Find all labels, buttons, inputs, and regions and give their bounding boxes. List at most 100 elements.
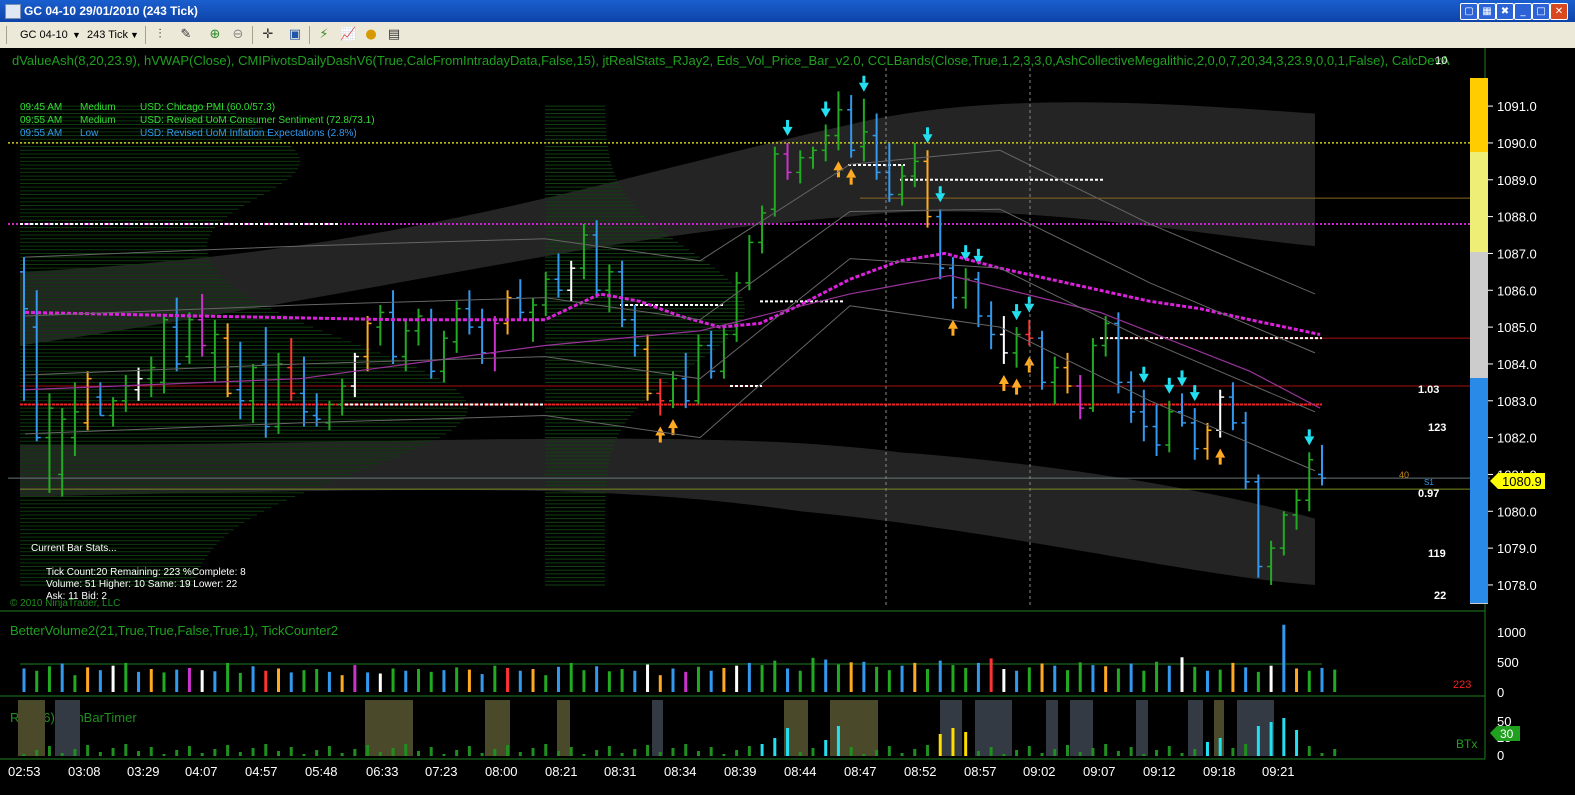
- price-axis-tick: 1085.0: [1497, 320, 1537, 335]
- rpm-axis-tick: 0: [1497, 748, 1504, 763]
- rpm-zone: [1136, 700, 1148, 756]
- last-price-marker: 1080.9: [1490, 473, 1545, 489]
- price-axis-tick: 1078.0: [1497, 578, 1537, 593]
- price-axis-tick: 1084.0: [1497, 357, 1537, 372]
- news-time: 09:45 AM: [20, 102, 62, 113]
- rpm-zone: [1070, 700, 1093, 756]
- bar-stats-line: Tick Count:20 Remaining: 223 %Complete: …: [46, 567, 246, 578]
- chart-toolbar: GC 04-10 ▼ 243 Tick ▼ ⫶ ✎ ⊕ ⊖ ✛ ▣ ⚡ 📈 ● …: [0, 22, 1575, 49]
- time-axis-tick: 08:52: [904, 764, 937, 779]
- properties-icon[interactable]: ▣: [287, 27, 303, 43]
- time-axis-tick: 08:31: [604, 764, 637, 779]
- price-axis-tick: 1080.0: [1497, 504, 1537, 519]
- time-axis-tick: 06:33: [366, 764, 399, 779]
- chevron-down-icon[interactable]: ▼: [72, 26, 81, 44]
- time-axis-tick: 09:18: [1203, 764, 1236, 779]
- rpm-zone: [557, 700, 570, 756]
- down-arrow-icon: [1180, 370, 1184, 378]
- down-arrow-icon: [976, 248, 980, 256]
- restore-icon[interactable]: ▢: [1460, 3, 1478, 20]
- down-arrow-icon: [824, 101, 828, 109]
- title-bar[interactable]: GC 04-10 29/01/2010 (243 Tick) ▢ ▦ ✖ _ □…: [0, 0, 1575, 22]
- tile-icon[interactable]: ▦: [1478, 3, 1496, 20]
- close-button[interactable]: ✕: [1550, 3, 1568, 20]
- price-axis-tick: 1083.0: [1497, 394, 1537, 409]
- rpm-zone: [1237, 700, 1274, 756]
- strategy-icon[interactable]: ⚡: [316, 27, 332, 43]
- toolbar-grip: [6, 26, 7, 44]
- time-axis-tick: 09:02: [1023, 764, 1056, 779]
- rpm-zone: [1046, 700, 1058, 756]
- price-axis-tick: 1089.0: [1497, 173, 1537, 188]
- minimize-button[interactable]: _: [1514, 3, 1532, 20]
- rpm-zone: [1188, 700, 1203, 756]
- time-axis-tick: 09:07: [1083, 764, 1116, 779]
- down-arrow-icon: [1142, 366, 1146, 374]
- price-axis-tick: 1079.0: [1497, 541, 1537, 556]
- time-axis-tick: 07:23: [425, 764, 458, 779]
- chevron-down-icon[interactable]: ▼: [130, 26, 139, 44]
- up-arrow-icon: [951, 328, 955, 336]
- news-text: USD: Revised UoM Inflation Expectations …: [140, 128, 357, 139]
- side-stat: 119: [1428, 548, 1446, 560]
- toolbar-separator: [252, 26, 253, 44]
- side-stat: 1.03: [1418, 384, 1439, 396]
- chart-window: GC 04-10 29/01/2010 (243 Tick) ▢ ▦ ✖ _ □…: [0, 0, 1575, 795]
- price-axis-tick: 1082.0: [1497, 431, 1537, 446]
- side-stat: 123: [1428, 422, 1446, 434]
- app-icon: [5, 4, 21, 19]
- price-axis-tick: 1090.0: [1497, 136, 1537, 151]
- coin-icon[interactable]: ●: [363, 27, 379, 43]
- up-arrow-icon: [658, 435, 662, 443]
- zoom-out-icon[interactable]: ⊖: [230, 27, 246, 43]
- news-text: USD: Revised UoM Consumer Sentiment (72.…: [140, 115, 375, 126]
- bar-style-icon[interactable]: ⫶: [152, 27, 168, 43]
- indicator-list-label: dValueAsh(8,20,23.9), hVWAP(Close), CMIP…: [12, 53, 1450, 68]
- time-axis-tick: 02:53: [8, 764, 41, 779]
- time-axis-tick: 09:21: [1262, 764, 1295, 779]
- price-axis-tick: 1088.0: [1497, 210, 1537, 225]
- toolbar-separator: [145, 26, 146, 44]
- volume-axis-tick: 1000: [1497, 625, 1526, 640]
- up-arrow-icon: [1015, 387, 1019, 395]
- bar-timer-label: BTx: [1456, 737, 1477, 751]
- rpm-zone: [940, 700, 962, 756]
- volume-panel-label: BetterVolume2(21,True,True,False,True,1)…: [10, 623, 338, 638]
- price-axis-tick: 1091.0: [1497, 99, 1537, 114]
- side-stat: 40: [1399, 470, 1409, 480]
- bar-stats-line: Volume: 51 Higher: 10 Same: 19 Lower: 22: [46, 579, 238, 590]
- rpm-zone: [652, 700, 663, 756]
- rpm-zone: [18, 700, 45, 756]
- window-title: GC 04-10 29/01/2010 (243 Tick): [24, 4, 198, 18]
- time-axis-tick: 08:44: [784, 764, 817, 779]
- last-price-label: 1080.9: [1502, 474, 1542, 489]
- tick-counter: 223: [1453, 679, 1471, 691]
- zoom-in-icon[interactable]: ⊕: [207, 27, 223, 43]
- time-axis-tick: 05:48: [305, 764, 338, 779]
- crosshair-icon[interactable]: ✛: [260, 27, 276, 43]
- data-box-icon[interactable]: ▤: [386, 27, 402, 43]
- time-axis-tick: 08:57: [964, 764, 997, 779]
- volume-axis-tick: 500: [1497, 655, 1519, 670]
- down-arrow-icon: [1167, 377, 1171, 385]
- instrument-selector[interactable]: GC 04-10: [20, 26, 68, 44]
- bar-stats-header: Current Bar Stats...: [31, 543, 117, 554]
- top-right-badge: 10: [1435, 55, 1447, 67]
- news-impact: Medium: [80, 115, 116, 126]
- time-axis-tick: 03:08: [68, 764, 101, 779]
- side-stat: 22: [1434, 590, 1446, 602]
- pin-icon[interactable]: ✖: [1496, 3, 1514, 20]
- rpm-zone: [975, 700, 1012, 756]
- down-arrow-icon: [1015, 304, 1019, 312]
- price-axis-tick: 1086.0: [1497, 283, 1537, 298]
- indicator-icon[interactable]: 📈: [340, 27, 356, 43]
- draw-pen-icon[interactable]: ✎: [178, 27, 194, 43]
- bar-timer-value: 30: [1500, 727, 1514, 741]
- side-stat: 0.97: [1418, 488, 1439, 500]
- chart-area[interactable]: 1091.0 1090.0 1089.0 1088.0 1087.0 1086.0 1085…: [0, 48, 1575, 795]
- down-arrow-icon: [926, 127, 930, 135]
- down-arrow-icon: [862, 75, 866, 83]
- maximize-button[interactable]: □: [1532, 3, 1550, 20]
- time-axis-tick: 04:57: [245, 764, 278, 779]
- interval-selector[interactable]: 243 Tick: [87, 26, 128, 44]
